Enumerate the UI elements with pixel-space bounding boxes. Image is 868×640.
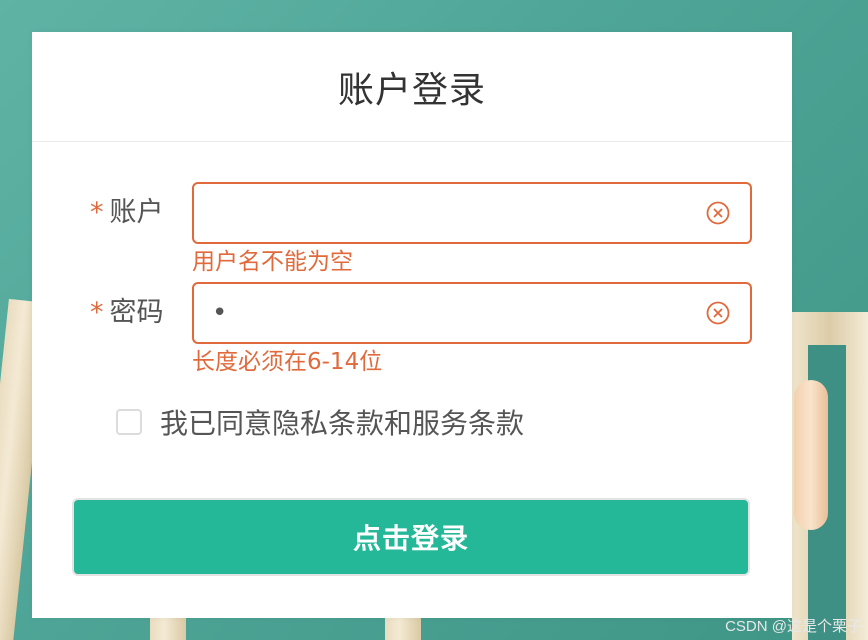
agreement-checkbox[interactable] <box>116 409 142 435</box>
login-button[interactable]: 点击登录 <box>72 498 750 576</box>
password-label-text: 密码 <box>109 297 164 328</box>
required-star: * <box>90 197 104 228</box>
password-error: 长度必须在6-14位 <box>192 349 383 375</box>
agreement-label[interactable]: 我已同意隐私条款和服务条款 <box>160 402 524 442</box>
page-title: 账户登录 <box>337 69 486 111</box>
account-row: * 账户 用户名不能为空 <box>32 182 792 275</box>
account-error: 用户名不能为空 <box>192 249 353 275</box>
required-star: * <box>90 297 104 328</box>
password-input-value: • <box>212 298 228 328</box>
password-label: * 密码 <box>90 282 164 344</box>
card-header: 账户登录 <box>32 32 792 142</box>
agreement-row: 我已同意隐私条款和服务条款 <box>116 402 524 442</box>
login-card: 账户登录 * 账户 用户名不能为空 * 密码 • 长度必须在6-14位 我已同意… <box>32 32 792 618</box>
clear-icon[interactable] <box>706 301 730 325</box>
watermark: CSDN @这是个栗子 <box>725 618 862 635</box>
password-row: * 密码 • 长度必须在6-14位 <box>32 282 792 375</box>
account-label: * 账户 <box>90 182 164 244</box>
password-input[interactable]: • <box>192 282 752 344</box>
clear-icon[interactable] <box>706 201 730 225</box>
account-input[interactable] <box>192 182 752 244</box>
decor-handle <box>794 380 828 530</box>
account-label-text: 账户 <box>109 197 164 228</box>
